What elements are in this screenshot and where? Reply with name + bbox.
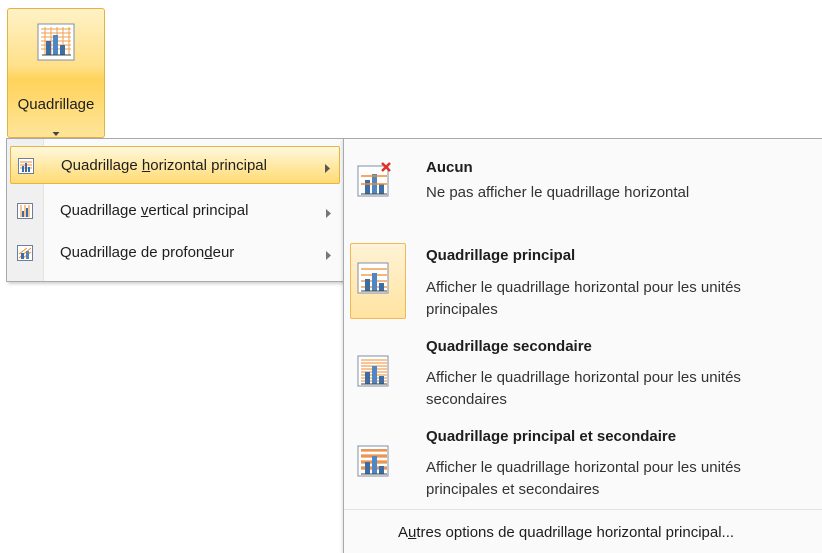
chevron-right-icon	[326, 247, 331, 265]
horizontal-gridlines-icon	[18, 158, 34, 179]
chevron-right-icon	[325, 160, 330, 178]
option-major[interactable]: Quadrillage principal Afficher le quadri…	[344, 239, 822, 334]
menu-item-vertical-major[interactable]: Quadrillage vertical principal	[10, 192, 340, 230]
option-major-title: Quadrillage principal	[426, 247, 576, 264]
option-minor[interactable]: Quadrillage secondaire Afficher le quadr…	[344, 334, 822, 424]
chart-gridlines-icon	[37, 23, 75, 66]
gridlines-menu: Quadrillage horizontal principal Quadril…	[6, 138, 344, 282]
option-minor-title: Quadrillage secondaire	[426, 338, 592, 355]
major-gridlines-icon	[357, 261, 389, 300]
option-major-minor-desc: Afficher le quadrillage horizontal pour …	[426, 459, 741, 498]
gridlines-ribbon-label: Quadrillage	[17, 96, 95, 113]
menu-item-horizontal-major-label: Quadrillage horizontal principal	[61, 157, 267, 174]
vertical-gridlines-icon	[17, 203, 33, 224]
more-gridline-options[interactable]: Autres options de quadrillage horizontal…	[398, 524, 734, 541]
option-none[interactable]: Aucun Ne pas afficher le quadrillage hor…	[344, 139, 822, 239]
depth-gridlines-icon	[17, 245, 33, 266]
menu-item-depth[interactable]: Quadrillage de profondeur	[10, 234, 340, 272]
menu-separator	[344, 509, 822, 510]
major-minor-gridlines-icon	[357, 444, 389, 483]
no-gridlines-icon	[357, 162, 393, 203]
option-major-minor-title: Quadrillage principal et secondaire	[426, 428, 677, 445]
menu-item-horizontal-major[interactable]: Quadrillage horizontal principal	[10, 146, 340, 184]
option-none-title: Aucun	[426, 159, 473, 176]
horizontal-gridlines-submenu: Aucun Ne pas afficher le quadrillage hor…	[343, 138, 822, 553]
minor-gridlines-icon	[357, 354, 389, 393]
option-none-desc: Ne pas afficher le quadrillage horizonta…	[426, 184, 690, 201]
option-major-desc: Afficher le quadrillage horizontal pour …	[426, 279, 741, 318]
option-major-minor[interactable]: Quadrillage principal et secondaire Affi…	[344, 424, 822, 509]
menu-item-depth-label: Quadrillage de profondeur	[60, 244, 235, 261]
chevron-right-icon	[326, 205, 331, 223]
gridlines-ribbon-button[interactable]: Quadrillage	[7, 8, 105, 138]
menu-item-vertical-major-label: Quadrillage vertical principal	[60, 202, 249, 219]
option-minor-desc: Afficher le quadrillage horizontal pour …	[426, 369, 741, 408]
